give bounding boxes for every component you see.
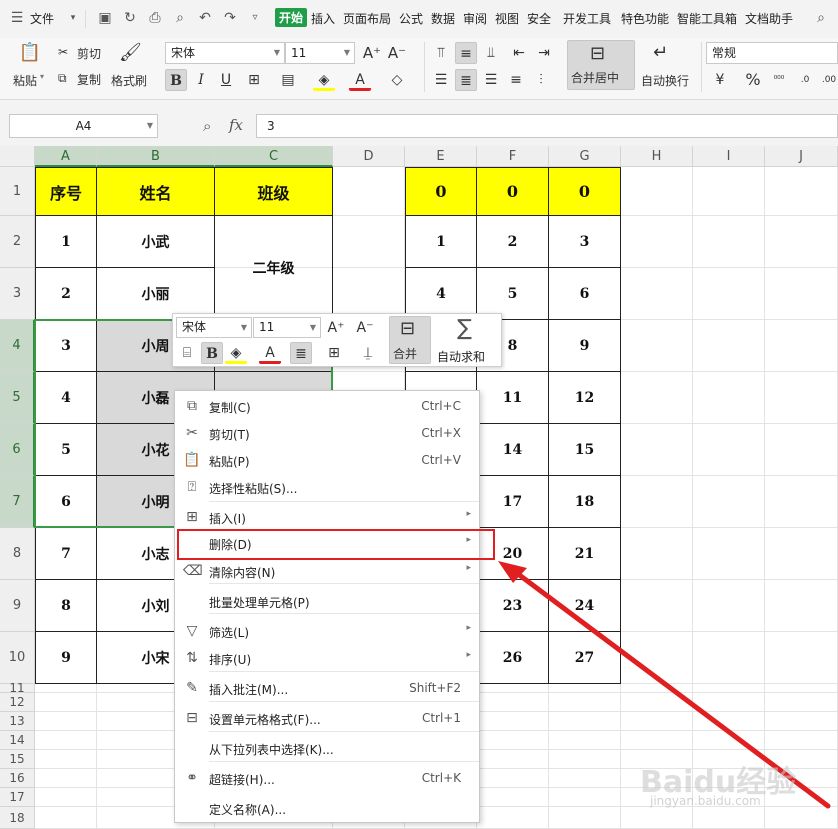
arrow-annotation bbox=[498, 561, 831, 809]
watermark-url: jingyan.baidu.com bbox=[650, 794, 761, 808]
